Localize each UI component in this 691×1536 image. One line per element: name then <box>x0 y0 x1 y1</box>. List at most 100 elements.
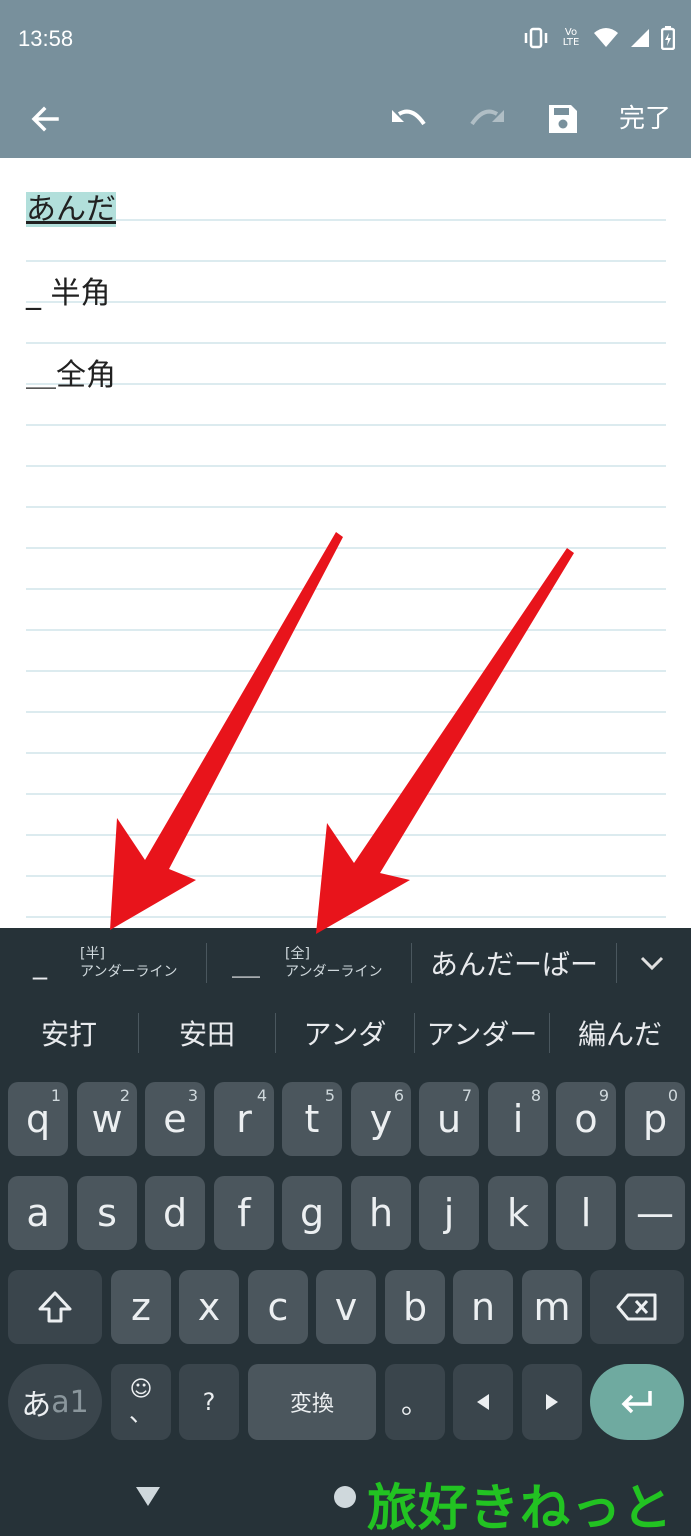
key-t[interactable]: t5 <box>282 1082 342 1156</box>
emoji-comma-key[interactable]: ☺ 、 <box>111 1364 171 1440</box>
key-p[interactable]: p0 <box>625 1082 685 1156</box>
save-icon <box>549 105 577 133</box>
ruled-line <box>26 588 666 590</box>
ruled-line <box>26 834 666 836</box>
ruled-line <box>26 547 666 549</box>
candidate-sub: アンダーライン <box>80 964 178 980</box>
candidate-halfwidth-label[interactable]: [半] アンダーライン <box>80 928 206 998</box>
backspace-key[interactable] <box>590 1270 684 1344</box>
candidate-item[interactable]: アンダー <box>415 998 549 1068</box>
candidate-fullwidth-label[interactable]: [全] アンダーライン <box>285 928 411 998</box>
key-s[interactable]: s <box>77 1176 137 1250</box>
key-n[interactable]: n <box>453 1270 513 1344</box>
ruled-line <box>26 793 666 795</box>
triangle-left-icon <box>477 1394 489 1410</box>
key-i[interactable]: i8 <box>488 1082 548 1156</box>
text-line: _ 半角 <box>26 276 111 311</box>
key-l[interactable]: l <box>556 1176 616 1250</box>
candidate-item[interactable]: 編んだ <box>550 998 690 1068</box>
arrow-back-icon <box>31 106 59 132</box>
ruled-line <box>26 670 666 672</box>
ruled-line <box>26 219 666 221</box>
status-bar: 13:58 Vo LTE <box>0 0 691 80</box>
triangle-down-icon <box>136 1487 160 1506</box>
candidate-row-suggestions: _ [半] アンダーライン ＿ [全] アンダーライン あんだーばー <box>0 928 691 998</box>
input-mode-key[interactable]: あ a1 <box>8 1364 102 1440</box>
volte-icon: Vo LTE <box>562 27 580 48</box>
key-m[interactable]: m <box>522 1270 582 1344</box>
key-x[interactable]: x <box>179 1270 239 1344</box>
cursor-right-key[interactable] <box>522 1364 582 1440</box>
hide-keyboard-button[interactable] <box>134 1484 162 1512</box>
key-j[interactable]: j <box>419 1176 479 1250</box>
done-button[interactable]: 完了 <box>619 96 671 142</box>
undo-button[interactable] <box>382 92 436 146</box>
home-dot-icon[interactable] <box>334 1486 356 1508</box>
status-icons: Vo LTE <box>523 26 675 50</box>
candidate-tag: [全] <box>285 946 310 962</box>
convert-space-key[interactable]: 変換 <box>248 1364 376 1440</box>
enter-key[interactable] <box>590 1364 684 1440</box>
candidate-fullwidth-underscore[interactable]: ＿ <box>207 928 285 998</box>
ruled-line <box>26 301 666 303</box>
candidate-item[interactable]: 安田 <box>139 998 275 1068</box>
period-key[interactable]: 。 <box>385 1364 445 1440</box>
key-h[interactable]: h <box>351 1176 411 1250</box>
enter-arrow-icon <box>621 1391 652 1414</box>
expand-candidates-button[interactable] <box>617 928 687 998</box>
key-long-dash[interactable]: — <box>625 1176 685 1250</box>
ruled-line <box>26 711 666 713</box>
key-d[interactable]: d <box>145 1176 205 1250</box>
back-button[interactable] <box>18 92 72 146</box>
candidate-sub: アンダーライン <box>285 964 383 980</box>
question-key[interactable]: ? <box>179 1364 239 1440</box>
key-k[interactable]: k <box>488 1176 548 1250</box>
key-o[interactable]: o9 <box>556 1082 616 1156</box>
candidate-item[interactable]: 安打 <box>0 998 138 1068</box>
triangle-right-icon <box>546 1394 558 1410</box>
ruled-line <box>26 465 666 467</box>
ruled-line <box>26 875 666 877</box>
key-y[interactable]: y6 <box>351 1082 411 1156</box>
key-z[interactable]: z <box>111 1270 171 1344</box>
candidate-item[interactable]: アンダ <box>276 998 414 1068</box>
candidate-halfwidth-underscore[interactable]: _ <box>0 928 80 998</box>
emoji-icon: ☺ <box>129 1377 153 1402</box>
ruled-line <box>26 916 666 918</box>
ruled-line <box>26 424 666 426</box>
key-g[interactable]: g <box>282 1176 342 1250</box>
ruled-line <box>26 383 666 385</box>
cursor-left-key[interactable] <box>453 1364 513 1440</box>
ruled-line <box>26 342 666 344</box>
key-q[interactable]: q1 <box>8 1082 68 1156</box>
candidate-anda-bar[interactable]: あんだーばー <box>412 928 616 998</box>
redo-button[interactable] <box>460 92 514 146</box>
status-time: 13:58 <box>18 26 74 51</box>
ruled-line <box>26 752 666 754</box>
key-a[interactable]: a <box>8 1176 68 1250</box>
shift-arrow-icon <box>38 1291 72 1323</box>
save-button[interactable] <box>536 92 590 146</box>
redo-icon <box>470 109 504 126</box>
key-u[interactable]: u7 <box>419 1082 479 1156</box>
key-r[interactable]: r4 <box>214 1082 274 1156</box>
vibrate-icon <box>523 27 549 49</box>
key-f[interactable]: f <box>214 1176 274 1250</box>
battery-icon <box>661 26 675 50</box>
key-c[interactable]: c <box>248 1270 308 1344</box>
backspace-icon <box>616 1293 657 1321</box>
key-w[interactable]: w2 <box>77 1082 137 1156</box>
text-line: ＿全角 <box>26 358 116 393</box>
key-b[interactable]: b <box>385 1270 445 1344</box>
candidate-tag: [半] <box>80 946 105 962</box>
note-editor[interactable]: あんだ _ 半角 ＿全角 <box>0 158 691 928</box>
wifi-icon <box>593 27 619 49</box>
ruled-line <box>26 506 666 508</box>
key-v[interactable]: v <box>316 1270 376 1344</box>
ruled-line <box>26 260 666 262</box>
chevron-down-icon <box>640 956 664 971</box>
shift-key[interactable] <box>8 1270 102 1344</box>
key-e[interactable]: e3 <box>145 1082 205 1156</box>
app-bar: 完了 <box>0 80 691 158</box>
composing-text: あんだ <box>26 192 116 227</box>
